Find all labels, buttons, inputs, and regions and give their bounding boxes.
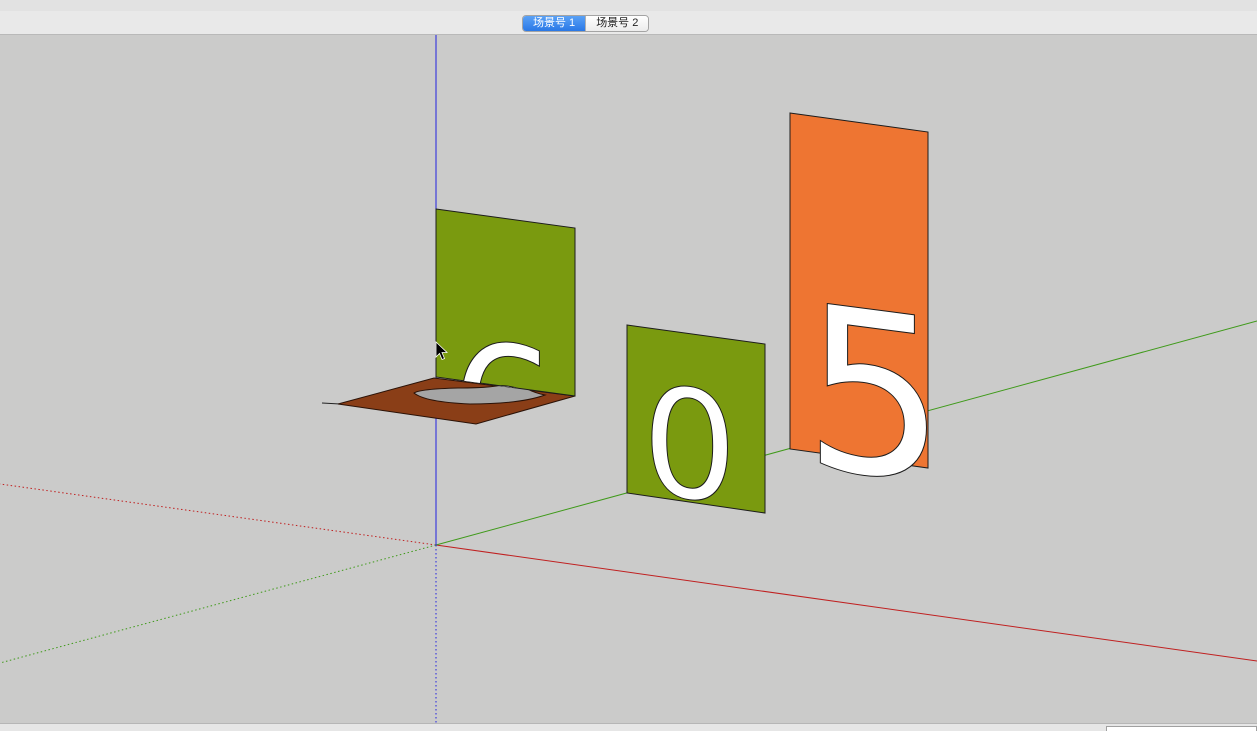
scene-tabs: 场景号 1 场景号 2 xyxy=(522,15,650,32)
tab-scene-1[interactable]: 场景号 1 xyxy=(523,16,586,31)
green-panel-0[interactable]: 0 xyxy=(626,324,766,540)
toolbar-strip xyxy=(0,0,1257,11)
measurements-box[interactable] xyxy=(1106,726,1257,731)
digit-5: 5 xyxy=(803,256,946,537)
tab-scene-2[interactable]: 场景号 2 xyxy=(585,16,649,31)
red-axis-positive xyxy=(435,544,1257,662)
status-bar xyxy=(0,723,1257,731)
model-canvas[interactable]: 6 0 5 xyxy=(0,35,1257,723)
sketchup-window: 场景号 1 场景号 2 6 xyxy=(0,0,1257,731)
3d-viewport[interactable]: 6 0 5 xyxy=(0,35,1257,723)
scene-tab-bar: 场景号 1 场景号 2 xyxy=(0,11,1257,35)
red-axis-negative xyxy=(0,483,437,546)
green-panel-6[interactable]: 6 xyxy=(435,208,576,515)
digit-0: 0 xyxy=(642,352,737,540)
green-axis-negative xyxy=(0,544,437,664)
orange-panel-5[interactable]: 5 xyxy=(789,112,947,537)
